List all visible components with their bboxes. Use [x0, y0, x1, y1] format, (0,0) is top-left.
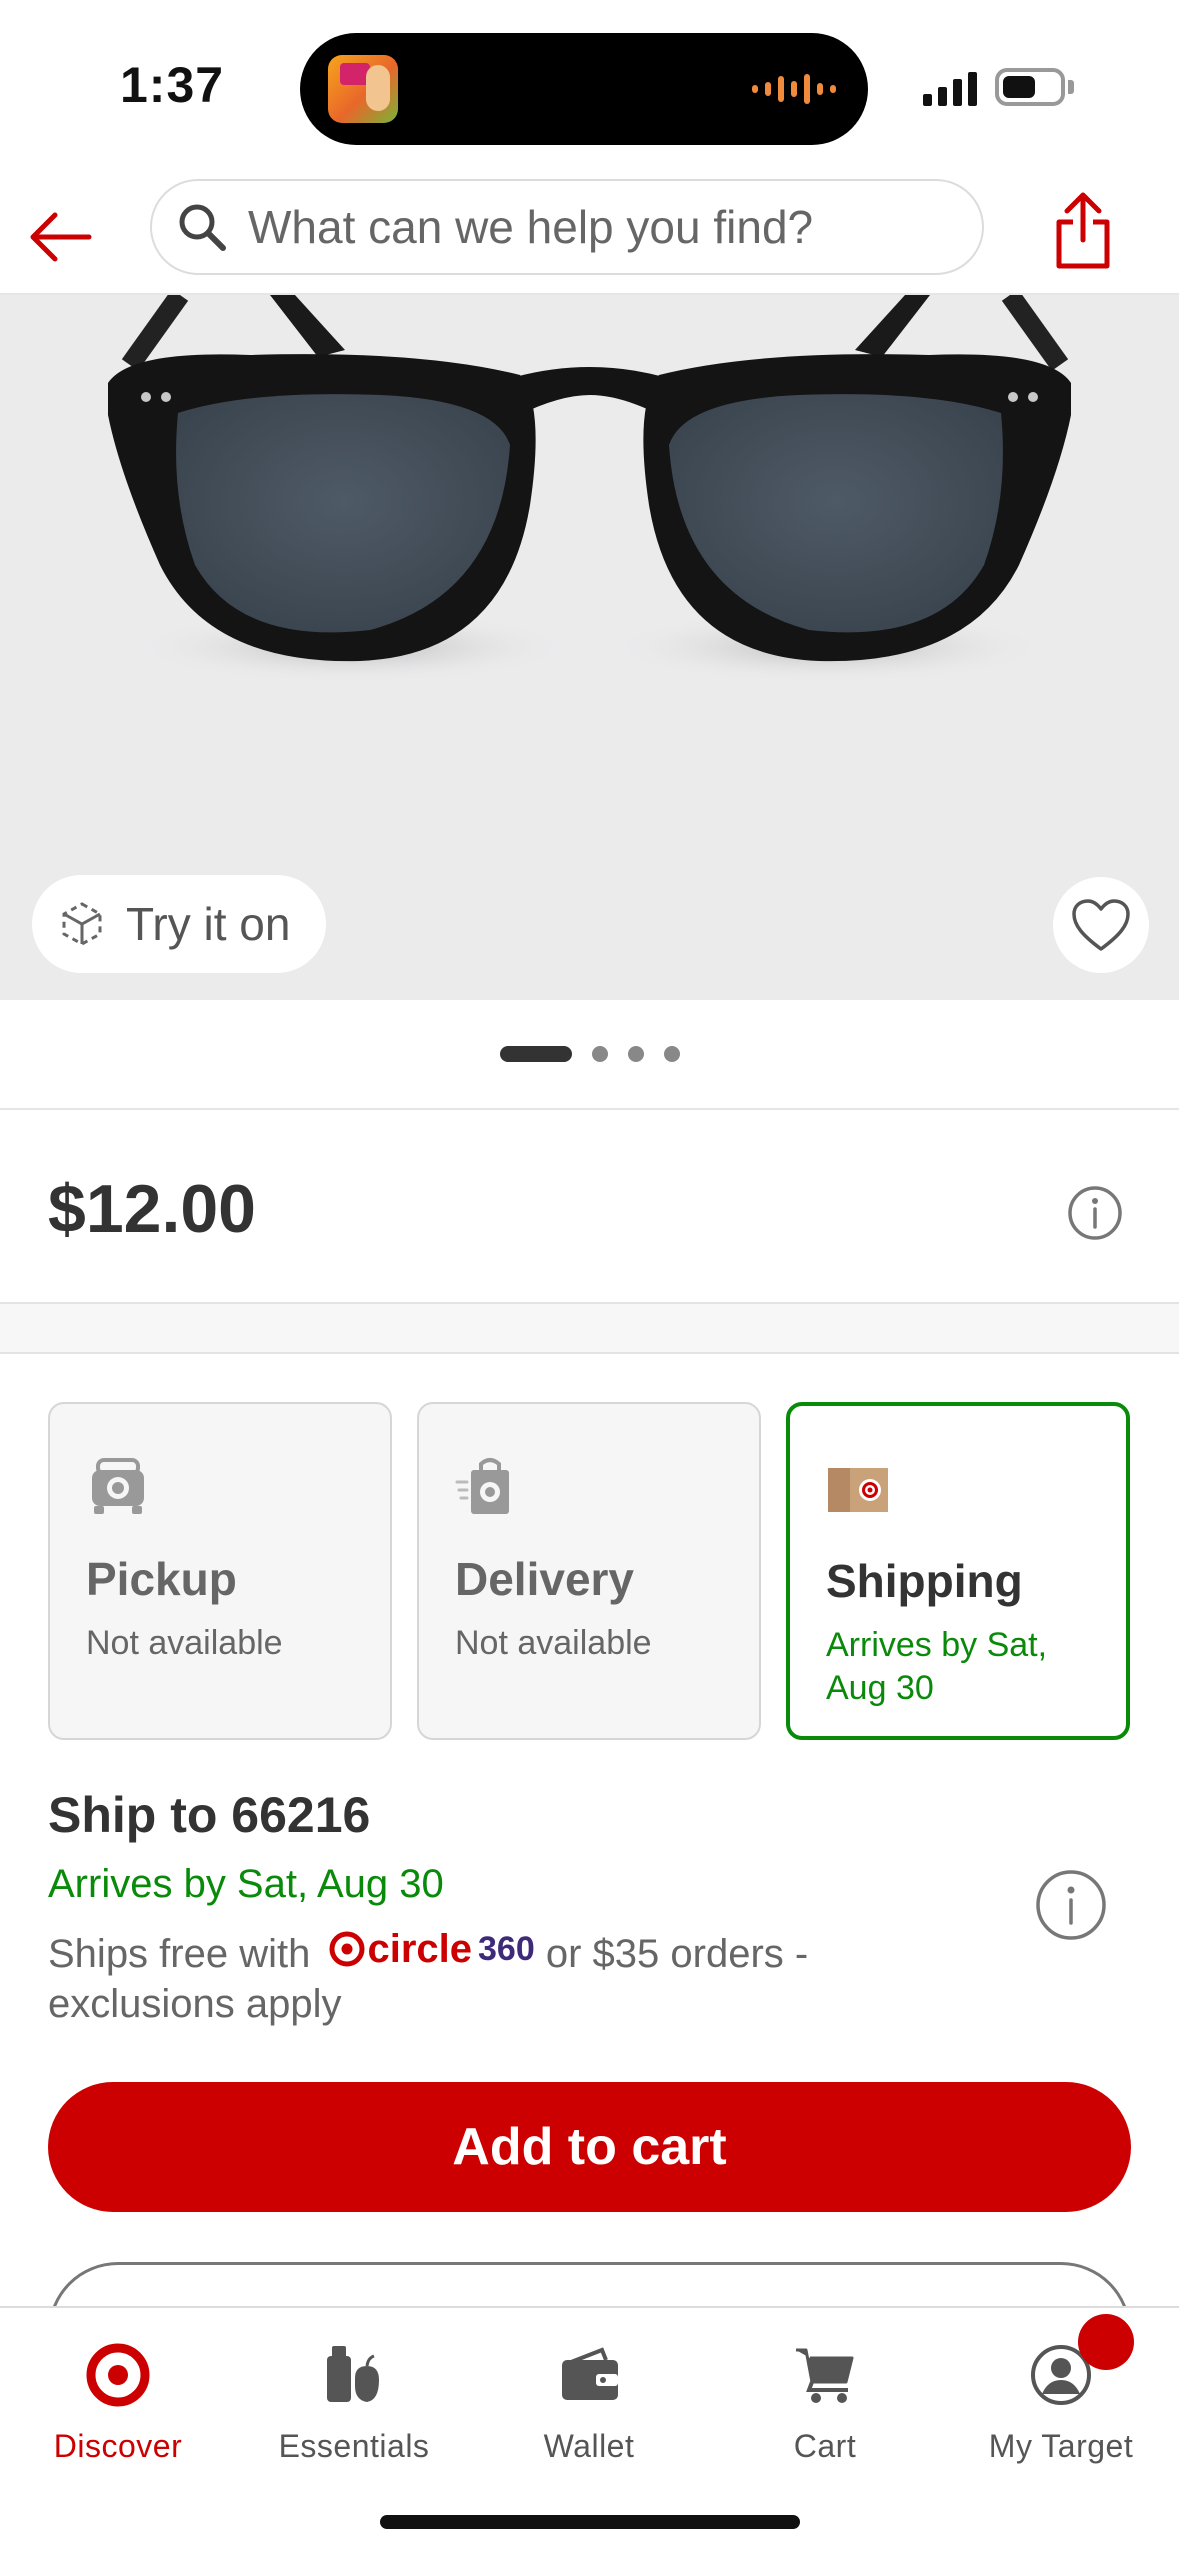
fulfillment-subtitle: Arrives by Sat, Aug 30: [826, 1626, 1048, 1707]
now-playing-thumbnail: [328, 55, 398, 123]
target-bullseye-icon: [329, 1931, 365, 1967]
tab-wallet[interactable]: Wallet: [471, 2330, 707, 2480]
carousel-pagination: [0, 1000, 1179, 1110]
cart-icon: [796, 2348, 854, 2403]
tab-label: My Target: [988, 2428, 1134, 2464]
search-field[interactable]: [150, 179, 984, 275]
share-button[interactable]: [1048, 185, 1118, 275]
fulfillment-subtitle: Not available: [86, 1624, 283, 1662]
add-to-cart-button[interactable]: Add to cart: [48, 2082, 1131, 2212]
status-bar: 1:37: [0, 0, 1179, 175]
cellular-signal-icon: [923, 70, 977, 106]
carousel-dot[interactable]: [663, 1046, 680, 1062]
back-arrow-icon: [30, 212, 92, 262]
tab-label: Essentials: [278, 2428, 430, 2464]
pickup-car-icon: [92, 1458, 144, 1514]
fulfillment-delivery-card[interactable]: Delivery Not available: [417, 1402, 761, 1740]
carousel-dot[interactable]: [591, 1046, 608, 1062]
ar-cube-icon: [62, 902, 102, 946]
fulfillment-title: Delivery: [455, 1553, 635, 1605]
tab-label: Wallet: [543, 2428, 635, 2464]
essentials-icon: [327, 2346, 379, 2402]
product-image-carousel[interactable]: Try it on: [0, 295, 1179, 1000]
audio-waveform-icon: [752, 73, 836, 105]
heart-icon: [1072, 899, 1130, 951]
battery-icon: [995, 68, 1065, 106]
product-price: $12.00: [48, 1171, 256, 1247]
notification-badge: [1078, 2314, 1134, 2370]
fulfillment-subtitle: Not available: [455, 1624, 652, 1662]
shipping-note-prefix: Ships free with: [48, 1932, 311, 1976]
carousel-dot[interactable]: [627, 1046, 644, 1062]
target-circle-360-logo: circle 360: [321, 1924, 535, 1974]
section-divider: [0, 1304, 1179, 1354]
tab-essentials[interactable]: Essentials: [236, 2330, 472, 2480]
fulfillment-shipping-card[interactable]: Shipping Arrives by Sat, Aug 30: [786, 1402, 1130, 1740]
price-section: $12.00: [0, 1112, 1179, 1304]
favorite-button[interactable]: [1053, 877, 1149, 973]
fulfillment-title: Shipping: [826, 1555, 1023, 1607]
delivery-bag-icon: [455, 1458, 509, 1514]
arrival-date: Arrives by Sat, Aug 30: [48, 1862, 444, 1906]
search-input[interactable]: [248, 200, 968, 254]
status-time: 1:37: [120, 57, 225, 113]
fulfillment-title: Pickup: [86, 1553, 237, 1605]
price-info-button[interactable]: [1066, 1184, 1124, 1247]
home-indicator[interactable]: [380, 2515, 800, 2529]
target-bullseye-icon: [86, 2343, 150, 2407]
carousel-dot-active[interactable]: [499, 1046, 572, 1062]
back-button[interactable]: [20, 197, 100, 277]
fulfillment-pickup-card[interactable]: Pickup Not available: [48, 1402, 392, 1740]
tab-cart[interactable]: Cart: [707, 2330, 943, 2480]
info-icon: [1036, 1870, 1106, 1940]
search-header: [0, 175, 1179, 295]
shipping-info-button[interactable]: [1034, 1868, 1108, 1947]
dynamic-island: [300, 33, 868, 145]
shipping-note: Ships free with circle 360 or $35 orders …: [48, 1924, 948, 2029]
shipping-box-icon: [828, 1468, 888, 1512]
tab-discover[interactable]: Discover: [0, 2330, 236, 2480]
ship-to-heading[interactable]: Ship to 66216: [48, 1786, 370, 1844]
share-icon: [1056, 192, 1110, 269]
info-icon: [1068, 1186, 1122, 1240]
search-icon: [179, 204, 226, 251]
tab-label: Discover: [53, 2428, 183, 2464]
wallet-icon: [562, 2347, 618, 2400]
tab-label: Cart: [793, 2428, 857, 2464]
try-it-on-label: Try it on: [126, 898, 291, 950]
try-it-on-button[interactable]: Try it on: [32, 875, 327, 973]
tab-my-target[interactable]: My Target: [943, 2330, 1179, 2480]
